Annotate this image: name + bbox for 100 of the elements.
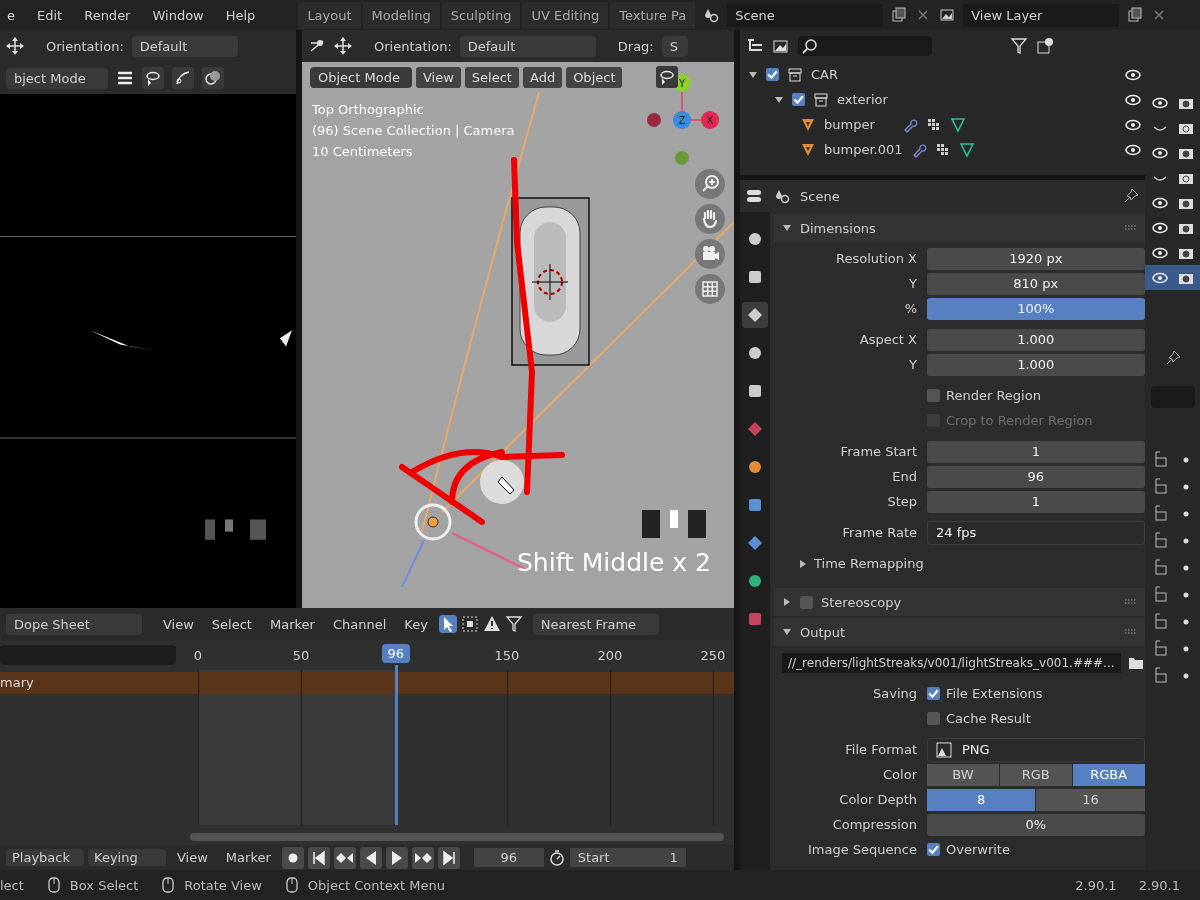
menu-item[interactable]: Select <box>204 614 259 634</box>
expanded-arrow-icon[interactable] <box>748 69 758 80</box>
toggle-button[interactable]: BW <box>927 763 999 786</box>
menu-item[interactable]: Marker <box>262 614 322 634</box>
jump-start-icon[interactable] <box>307 846 330 869</box>
checkbox[interactable] <box>927 389 940 402</box>
menu-item[interactable]: View <box>156 614 201 634</box>
checkbox[interactable] <box>792 93 805 106</box>
overlay-icon[interactable] <box>202 67 224 89</box>
panel-header[interactable]: Stereoscopy <box>774 588 1147 616</box>
transform-icon[interactable] <box>308 37 326 55</box>
box-select-icon[interactable] <box>460 615 479 633</box>
menu-item[interactable]: e <box>0 5 22 25</box>
dots-grid-icon[interactable] <box>934 141 951 158</box>
copy-icon[interactable] <box>891 7 908 23</box>
menu-item[interactable]: Marker <box>218 848 278 867</box>
slider-field[interactable]: 100% <box>927 297 1145 320</box>
number-field[interactable]: 810 px <box>927 272 1145 295</box>
toggle-button[interactable]: RGBA <box>1072 763 1145 786</box>
expanded-arrow-icon[interactable] <box>774 94 784 105</box>
menu-item[interactable]: Window <box>145 5 211 25</box>
mesh-triangle-icon[interactable] <box>950 116 966 133</box>
workspace-tab[interactable]: Texture Pa <box>610 1 696 29</box>
eye-cursor-icon[interactable] <box>142 67 164 89</box>
orientation-dropdown[interactable]: Default <box>131 35 238 57</box>
menu-button[interactable]: Object <box>566 66 623 88</box>
stopwatch-icon[interactable] <box>547 848 566 867</box>
drag-dropdown[interactable]: S <box>661 35 688 57</box>
output-path-field[interactable]: //_renders/lightStreaks/v001/lightStreaks_v001.###... <box>782 652 1121 673</box>
outliner-item[interactable]: bumper.001 <box>824 142 903 157</box>
filter-icon[interactable] <box>1010 37 1028 55</box>
scene-field[interactable]: Scene <box>727 3 884 27</box>
panel-header[interactable]: Dimensions <box>774 214 1147 242</box>
menu-item[interactable]: View <box>170 848 215 867</box>
checkbox-label[interactable]: Render Region <box>946 388 1041 403</box>
menu-icon[interactable] <box>116 69 134 87</box>
move-arrows-icon[interactable] <box>334 37 352 55</box>
outliner-item[interactable]: exterior <box>837 92 907 107</box>
gizmo-icon[interactable] <box>172 67 194 89</box>
workspace-tab[interactable]: Modeling <box>362 1 440 29</box>
record-icon[interactable] <box>281 846 304 869</box>
number-field[interactable]: 96 <box>927 465 1145 488</box>
menu-dropdown[interactable]: Keying <box>88 849 166 866</box>
mode-dropdown[interactable]: bject Mode <box>6 67 108 89</box>
checkbox[interactable] <box>927 843 940 856</box>
checkbox[interactable] <box>927 687 940 700</box>
frame-field[interactable]: 96 <box>473 848 544 867</box>
next-keyframe-icon[interactable] <box>411 846 434 869</box>
menu-item[interactable]: Key <box>397 614 435 634</box>
checkbox[interactable] <box>800 595 813 609</box>
collapsed-arrow-icon[interactable] <box>782 597 792 607</box>
mode-dropdown[interactable]: Object Mode <box>310 66 412 88</box>
menu-dropdown[interactable]: Playback <box>6 849 84 866</box>
workspace-tab[interactable]: Sculpting <box>441 1 521 29</box>
collapsed-arrow-icon[interactable] <box>798 558 808 569</box>
start-frame-field[interactable]: Start 1 <box>569 848 686 867</box>
subpanel-title[interactable]: Time Remapping <box>814 556 924 571</box>
hand-icon[interactable] <box>695 204 725 234</box>
zoom-icon[interactable] <box>695 169 725 199</box>
checkbox[interactable] <box>766 68 779 81</box>
workspace-tab[interactable]: UV Editing <box>522 1 609 29</box>
editor-type-icon[interactable] <box>746 187 764 205</box>
menu-item[interactable]: Channel <box>325 614 394 634</box>
current-frame-badge[interactable]: 96 <box>381 644 410 663</box>
grid-icon[interactable] <box>695 274 725 304</box>
scroll-bar[interactable] <box>190 833 724 841</box>
playhead-line[interactable] <box>394 665 398 825</box>
menu-item[interactable]: Edit <box>30 5 70 25</box>
toggle-button[interactable]: 8 <box>927 788 1036 811</box>
mesh-triangle-icon[interactable] <box>958 141 975 158</box>
pin-icon[interactable] <box>1164 350 1181 366</box>
checkbox-label[interactable]: Cache Result <box>946 711 1031 726</box>
orientation-dropdown[interactable]: Default <box>459 35 596 57</box>
new-collection-icon[interactable] <box>1036 37 1054 55</box>
expanded-arrow-icon[interactable] <box>782 223 792 233</box>
warning-icon[interactable] <box>482 615 501 633</box>
jump-end-icon[interactable] <box>437 846 460 869</box>
toggle-button[interactable]: RGB <box>999 763 1072 786</box>
dropdown[interactable]: 24 fps <box>927 520 1145 545</box>
expanded-arrow-icon[interactable] <box>782 627 792 637</box>
dots-grid-icon[interactable] <box>926 116 942 133</box>
snap-dropdown[interactable]: Nearest Frame <box>532 613 659 635</box>
number-field[interactable]: 1.000 <box>927 353 1145 376</box>
view-layer-field[interactable]: View Layer <box>963 3 1120 27</box>
checkbox-label[interactable]: Overwrite <box>946 842 1010 857</box>
editor-type-dropdown[interactable]: Dope Sheet <box>6 613 142 635</box>
menu-item[interactable]: Render <box>77 5 138 25</box>
cursor-icon[interactable] <box>438 615 457 633</box>
copy-icon[interactable] <box>1127 7 1144 23</box>
number-field[interactable]: 1920 px <box>927 247 1145 270</box>
menu-item[interactable]: Help <box>218 5 263 25</box>
dropdown[interactable]: PNG <box>927 737 1145 762</box>
play-reverse-icon[interactable] <box>359 846 382 869</box>
number-field[interactable]: 1 <box>927 440 1145 463</box>
outliner-item[interactable]: CAR <box>811 67 881 82</box>
scene-icon[interactable] <box>703 7 720 23</box>
visibility-row[interactable] <box>1145 265 1200 290</box>
workspace-tab[interactable]: Layout <box>298 1 361 29</box>
eye-cursor-icon[interactable] <box>656 66 679 88</box>
number-field[interactable]: 1 <box>927 490 1145 513</box>
